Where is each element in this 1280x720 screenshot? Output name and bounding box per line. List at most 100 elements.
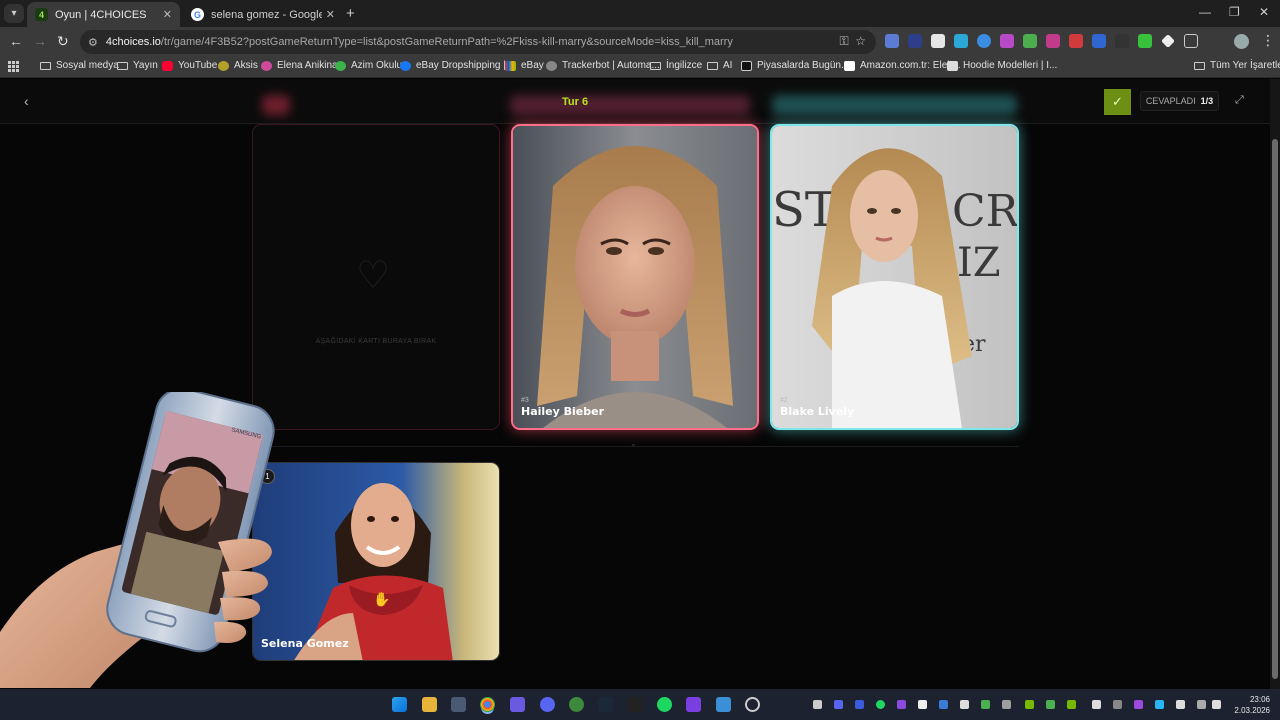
obs-icon[interactable] bbox=[745, 697, 760, 712]
translate-extension-icon[interactable] bbox=[885, 34, 899, 48]
card-blake-lively[interactable]: STA CRY IZ er #2 Blake Lively bbox=[770, 124, 1019, 430]
bookmark-item[interactable]: YouTube bbox=[162, 60, 217, 71]
bookmark-item[interactable]: Piyasalarda Bugün... bbox=[741, 60, 849, 71]
site-icon bbox=[261, 60, 272, 71]
extension-icon[interactable] bbox=[954, 34, 968, 48]
profile-avatar[interactable] bbox=[1234, 34, 1249, 49]
store-icon[interactable] bbox=[451, 697, 466, 712]
tray-app-icon[interactable] bbox=[1046, 700, 1055, 709]
bookmark-star-icon[interactable]: ⚿ ☆ bbox=[839, 34, 866, 49]
extension-icon[interactable] bbox=[1069, 34, 1083, 48]
tray-app-icon[interactable] bbox=[855, 700, 864, 709]
app-icon[interactable] bbox=[716, 697, 731, 712]
bookmark-item[interactable]: Hoodie Modelleri | I... bbox=[947, 60, 1057, 71]
extension-icon[interactable] bbox=[1092, 34, 1106, 48]
tray-app-icon[interactable] bbox=[1113, 700, 1122, 709]
bookmark-item[interactable]: Elena Anikina bbox=[261, 60, 338, 71]
bookmark-item[interactable]: Trackerbot | Automa... bbox=[546, 60, 660, 71]
extension-icon[interactable] bbox=[977, 34, 991, 48]
extension-icon[interactable] bbox=[908, 34, 922, 48]
extension-icon[interactable] bbox=[1023, 34, 1037, 48]
restore-icon[interactable]: ❐ bbox=[1229, 5, 1240, 19]
tab-close-icon[interactable]: ✕ bbox=[326, 8, 335, 21]
confirm-check-button[interactable]: ✓ bbox=[1104, 89, 1131, 115]
tab-title: Oyun | 4CHOICES bbox=[55, 8, 147, 21]
phone-webcam-overlay: SAMSUNG bbox=[0, 392, 275, 688]
steam-icon[interactable] bbox=[598, 697, 613, 712]
tray-app-icon[interactable] bbox=[834, 700, 843, 709]
google-favicon-icon: G bbox=[191, 8, 204, 21]
reload-icon[interactable]: ↻ bbox=[57, 33, 69, 50]
chrome-icon[interactable] bbox=[480, 697, 495, 712]
bookmark-item[interactable]: AI bbox=[707, 60, 732, 71]
tray-discord-icon[interactable] bbox=[813, 700, 822, 709]
fullscreen-icon[interactable]: ⤢ bbox=[1235, 94, 1244, 107]
new-tab-button[interactable]: + bbox=[346, 5, 355, 22]
drop-slot-empty[interactable]: ♡ AŞAĞIDAKİ KARTI BURAYA BIRAK bbox=[252, 124, 500, 430]
tray-app-icon[interactable] bbox=[1092, 700, 1101, 709]
bookmark-item[interactable]: Azim Okulu bbox=[335, 60, 402, 71]
bookmark-item[interactable]: Amazon.com.tr: Elek... bbox=[844, 60, 961, 71]
browser-menu-icon[interactable]: ⋮ bbox=[1261, 32, 1275, 49]
chevron-left-icon[interactable]: ‹ bbox=[24, 93, 29, 109]
minimize-icon[interactable]: — bbox=[1199, 5, 1211, 19]
tab-close-icon[interactable]: ✕ bbox=[163, 8, 172, 21]
extension-icon[interactable] bbox=[1046, 34, 1060, 48]
grid-app-icon[interactable] bbox=[686, 697, 701, 712]
extension-icon[interactable] bbox=[931, 34, 945, 48]
language-icon[interactable] bbox=[1197, 700, 1206, 709]
discord-icon[interactable] bbox=[540, 697, 555, 712]
facebook-icon bbox=[400, 60, 411, 71]
file-explorer-icon[interactable] bbox=[422, 697, 437, 712]
nvidia-icon[interactable] bbox=[1067, 700, 1076, 709]
tab-search-button[interactable]: ▾ bbox=[4, 4, 24, 23]
url-host: 4choices.io bbox=[105, 36, 161, 48]
scrollbar-thumb[interactable] bbox=[1272, 139, 1278, 679]
tray-app-icon[interactable] bbox=[918, 700, 927, 709]
xbox-icon[interactable] bbox=[569, 697, 584, 712]
bookmark-item[interactable]: Sosyal medya bbox=[40, 60, 119, 71]
bookmark-item[interactable]: eBay bbox=[505, 60, 544, 71]
card-hailey-bieber[interactable]: #3 Hailey Bieber bbox=[511, 124, 759, 430]
extension-icon[interactable] bbox=[1161, 34, 1175, 48]
card-selena-gomez[interactable]: 1 ✋ Selena Gomez bbox=[252, 462, 500, 661]
bookmark-item[interactable]: Aksis bbox=[218, 60, 258, 71]
address-bar[interactable]: ⚙ 4choices.io/tr/game/4F3B52?postGameRet… bbox=[80, 30, 876, 54]
apps-grid-icon[interactable] bbox=[8, 61, 19, 72]
tray-app-icon[interactable] bbox=[1134, 700, 1143, 709]
extension-icon[interactable] bbox=[1138, 34, 1152, 48]
site-info-icon[interactable]: ⚙ bbox=[88, 36, 98, 49]
extension-icon[interactable] bbox=[1115, 34, 1129, 48]
system-clock[interactable]: 23:06 2.03.2026 bbox=[1234, 694, 1270, 716]
tray-app-icon[interactable] bbox=[960, 700, 969, 709]
teams-icon[interactable] bbox=[510, 697, 525, 712]
tray-app-icon[interactable] bbox=[1002, 700, 1011, 709]
close-window-icon[interactable]: ✕ bbox=[1259, 5, 1269, 19]
tab-4choices[interactable]: 4 Oyun | 4CHOICES ✕ bbox=[27, 2, 180, 27]
terminal-icon[interactable] bbox=[628, 697, 643, 712]
bluetooth-icon[interactable] bbox=[939, 700, 948, 709]
chevron-down-icon: ⌄ bbox=[630, 439, 637, 448]
start-windows-icon[interactable] bbox=[392, 697, 407, 712]
tray-app-icon[interactable] bbox=[897, 700, 906, 709]
back-icon[interactable]: ← bbox=[9, 33, 23, 49]
bookmark-item[interactable]: eBay Dropshipping |... bbox=[400, 60, 514, 71]
tray-app-icon[interactable] bbox=[1155, 700, 1164, 709]
page-scrollbar[interactable] bbox=[1270, 79, 1280, 689]
microphone-icon[interactable] bbox=[1176, 700, 1185, 709]
bookmark-item[interactable]: İngilizce bbox=[650, 60, 702, 71]
volume-icon[interactable] bbox=[1212, 700, 1221, 709]
tab-google-search[interactable]: G selena gomez - Google'da Ara ✕ bbox=[183, 2, 343, 27]
blurred-chip bbox=[772, 95, 1017, 115]
all-bookmarks[interactable]: Tüm Yer İşaretleri bbox=[1194, 60, 1280, 71]
selena-photo bbox=[253, 463, 499, 660]
bookmark-item[interactable]: Yayın bbox=[117, 60, 158, 71]
folder-icon bbox=[40, 61, 51, 70]
tray-spotify-icon[interactable] bbox=[876, 700, 885, 709]
tray-app-icon[interactable] bbox=[1025, 700, 1034, 709]
spotify-icon[interactable] bbox=[657, 697, 672, 712]
extension-icon[interactable] bbox=[1000, 34, 1014, 48]
forward-icon[interactable]: → bbox=[33, 33, 47, 49]
extensions-puzzle-icon[interactable] bbox=[1184, 34, 1198, 48]
tray-app-icon[interactable] bbox=[981, 700, 990, 709]
